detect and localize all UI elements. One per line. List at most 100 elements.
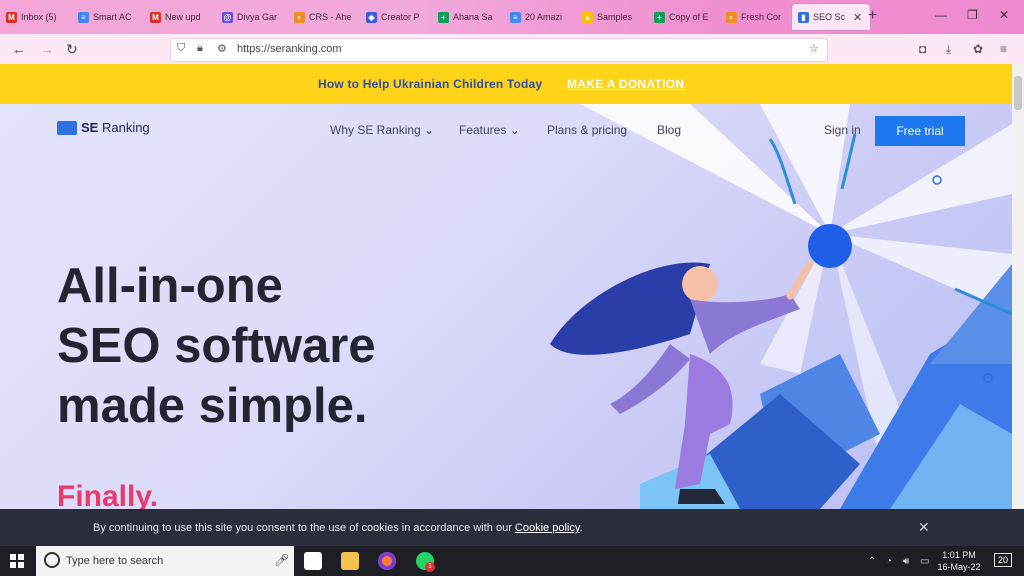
taskbar-search-placeholder[interactable]: Type here to search [66, 555, 163, 567]
free-trial-button[interactable]: Free trial [875, 116, 965, 146]
browser-tab[interactable]: ▮ SEO Sc ✕ [792, 4, 870, 30]
tab-label: Samples [597, 12, 633, 22]
new-tab-button[interactable]: + [868, 7, 877, 25]
browser-tab[interactable]: ▲ Samples [582, 4, 648, 30]
tab-favicon-icon: ◐ [726, 11, 737, 23]
url-text[interactable]: https://seranking.com [237, 43, 342, 55]
search-circle-icon [44, 552, 60, 568]
show-hidden-icons[interactable]: ⌃ [868, 556, 876, 567]
browser-tab[interactable]: ≡ 20 Amazi [510, 4, 576, 30]
nav-features[interactable]: Features ⌄ [459, 123, 520, 137]
pocket-icon[interactable]: ◘ [919, 42, 926, 56]
hero-section: SE Ranking Why SE Ranking ⌄ Features ⌄ P… [0, 104, 1012, 509]
page-scrollbar[interactable] [1012, 64, 1024, 509]
browser-tab[interactable]: @ Divya Gar [222, 4, 288, 30]
donation-banner: How to Help Ukrainian Children Today MAK… [0, 64, 1012, 104]
volume-icon[interactable]: 🔊︎ [903, 556, 909, 567]
wifi-icon[interactable]: ◔ [886, 556, 892, 567]
tab-label: Copy of E [669, 12, 709, 22]
browser-tab[interactable]: ◐ CRS - Ahe [294, 4, 360, 30]
tab-label: Inbox (5) [21, 12, 57, 22]
task-view-icon[interactable] [304, 552, 322, 570]
tab-close-icon[interactable]: ✕ [853, 11, 862, 24]
taskbar-clock[interactable]: 1:01 PM 16-May-22 [936, 549, 982, 573]
tab-label: Ahana Sa [453, 12, 493, 22]
windows-taskbar: Type here to search 🎤︎ 1 ⌃ ◔ 🔊︎ ▭ 1:01 P… [0, 546, 1024, 576]
tab-label: Smart AC [93, 12, 132, 22]
back-icon[interactable]: ← [12, 41, 26, 57]
chevron-down-icon: ⌄ [424, 123, 435, 137]
downloads-icon[interactable]: ⤓ [946, 42, 951, 57]
logo-text: SE Ranking [81, 120, 150, 135]
reload-icon[interactable]: ↻ [66, 41, 78, 58]
lock-icon[interactable]: 🔒︎ [197, 42, 203, 55]
menu-icon[interactable]: ≡ [1000, 42, 1007, 56]
scrollbar-thumb[interactable] [1014, 76, 1022, 110]
taskbar-search-box[interactable]: Type here to search 🎤︎ [36, 546, 294, 576]
banner-text: How to Help Ukrainian Children Today [318, 77, 543, 91]
extensions-icon[interactable]: ✿ [973, 42, 983, 56]
file-explorer-icon[interactable] [341, 552, 359, 570]
windows-start-icon[interactable] [10, 554, 24, 568]
tab-label: SEO Sc [813, 12, 846, 22]
cookie-close-icon[interactable]: ✕ [918, 519, 930, 536]
hero-line-2: SEO software [57, 319, 376, 373]
notifications-icon[interactable]: 20 [994, 553, 1013, 567]
chevron-down-icon: ⌄ [509, 123, 520, 137]
nav-blog[interactable]: Blog [657, 123, 681, 137]
tab-favicon-icon: M [150, 11, 161, 23]
donation-link[interactable]: MAKE A DONATION [567, 77, 684, 91]
tab-favicon-icon: ◆ [366, 11, 377, 23]
tab-label: New upd [165, 12, 201, 22]
tab-favicon-icon: ≡ [510, 11, 521, 23]
bookmark-star-icon[interactable]: ☆ [809, 42, 819, 55]
sign-in-link[interactable]: Sign in [824, 123, 861, 137]
tab-label: 20 Amazi [525, 12, 563, 22]
microphone-icon[interactable]: 🎤︎ [274, 553, 289, 567]
hero-illustration [550, 104, 1012, 509]
close-window-icon[interactable]: ✕ [999, 8, 1009, 22]
tab-favicon-icon: ≡ [78, 11, 89, 23]
cookie-consent-bar: By continuing to use this site you conse… [0, 509, 1024, 546]
battery-icon[interactable]: ▭ [920, 556, 929, 567]
hero-finally-text: Finally. [57, 480, 159, 509]
forward-icon[interactable]: → [40, 41, 54, 57]
browser-nav-bar: ← → ↻ ⛉ 🔒︎ ⚙ https://seranking.com ☆ ◘ ⤓… [0, 34, 1024, 65]
hero-heading: All-in-one SEO software made simple. [57, 256, 376, 436]
clock-date: 16-May-22 [937, 562, 981, 572]
tab-favicon-icon: M [6, 11, 17, 23]
nav-plans-pricing[interactable]: Plans & pricing [547, 123, 627, 137]
hero-line-3: made simple. [57, 379, 368, 433]
tab-favicon-icon: ◐ [294, 11, 305, 23]
clock-time: 1:01 PM [942, 550, 976, 560]
cookie-text: By continuing to use this site you conse… [93, 522, 583, 534]
browser-tab[interactable]: ◆ Creator P [366, 4, 432, 30]
tab-favicon-icon: ▲ [582, 11, 593, 23]
cookie-policy-link[interactable]: Cookie policy [515, 522, 580, 534]
tab-label: Divya Gar [237, 12, 278, 22]
whatsapp-badge: 1 [425, 562, 435, 572]
browser-tab[interactable]: + Copy of E [654, 4, 720, 30]
minimize-icon[interactable]: — [935, 8, 947, 22]
browser-tab[interactable]: ◐ Fresh Cor [726, 4, 786, 30]
tab-favicon-icon: + [438, 11, 449, 23]
tab-label: Creator P [381, 12, 420, 22]
tab-favicon-icon: ▮ [798, 11, 809, 23]
logo-bars-icon [57, 120, 77, 135]
tab-label: CRS - Ahe [309, 12, 352, 22]
shield-icon[interactable]: ⛉ [177, 42, 185, 55]
browser-tab-bar: M Inbox (5) ≡ Smart AC M New upd @ Divya Gar ◐ CR… [0, 0, 1024, 34]
browser-tab[interactable]: + Ahana Sa [438, 4, 504, 30]
address-bar[interactable]: ⛉ 🔒︎ ⚙ https://seranking.com ☆ [170, 38, 828, 62]
browser-tab[interactable]: M Inbox (5) [6, 4, 72, 30]
browser-tab[interactable]: ≡ Smart AC [78, 4, 144, 30]
tab-label: Fresh Cor [741, 12, 782, 22]
firefox-icon[interactable] [378, 552, 396, 570]
hero-line-1: All-in-one [57, 259, 283, 313]
tab-favicon-icon: + [654, 11, 665, 23]
browser-tab[interactable]: M New upd [150, 4, 216, 30]
restore-icon[interactable]: ❐ [967, 8, 978, 22]
permissions-icon[interactable]: ⚙ [217, 42, 227, 55]
nav-why-se-ranking[interactable]: Why SE Ranking ⌄ [330, 123, 434, 137]
se-ranking-logo[interactable]: SE Ranking [57, 120, 150, 135]
